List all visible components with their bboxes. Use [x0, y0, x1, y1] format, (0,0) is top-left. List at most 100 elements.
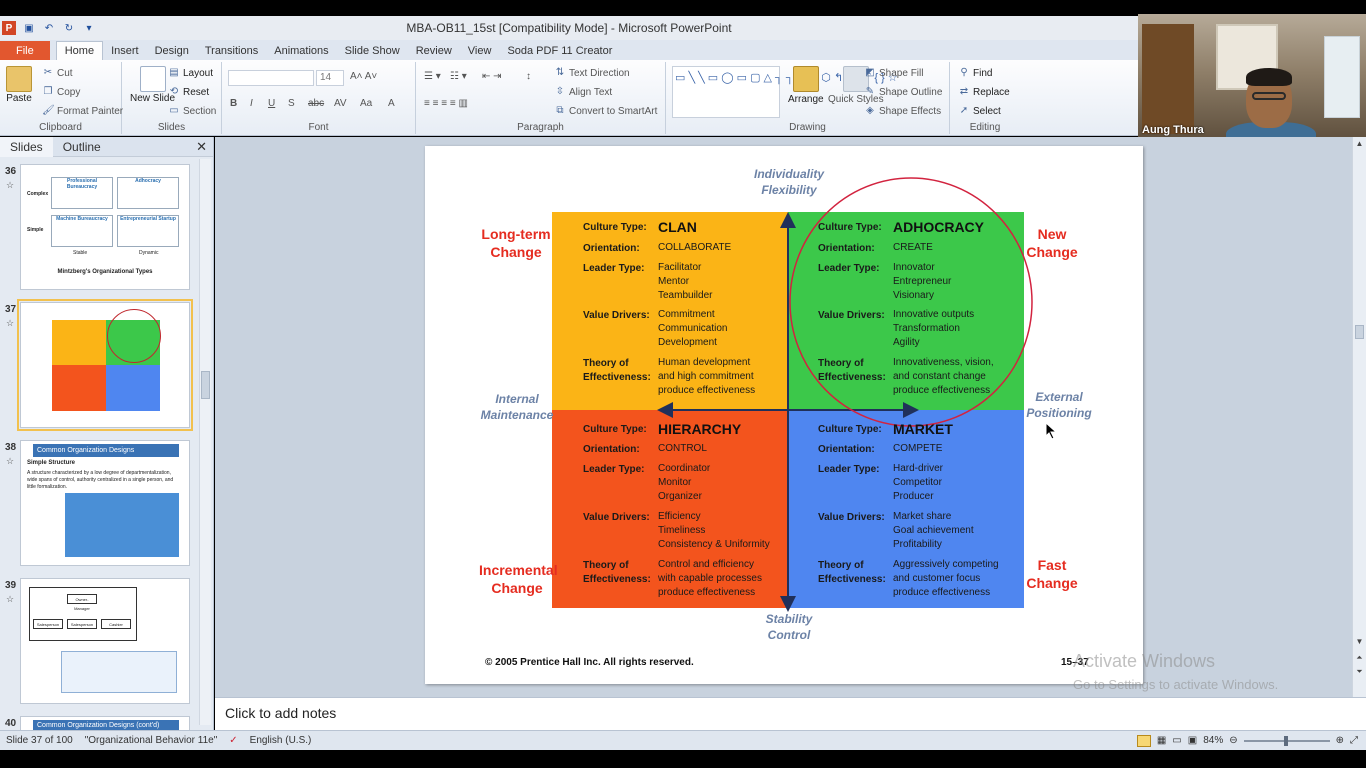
replace-button[interactable]: ⇄ Replace [958, 86, 1010, 98]
text-direction-button[interactable]: ⇅ Text Direction [554, 67, 630, 79]
shape-outline-button[interactable]: ✎ Shape Outline [864, 86, 943, 98]
theory-line1: Theory of [818, 358, 864, 369]
italic-button[interactable]: I [250, 98, 253, 109]
cut-button[interactable]: ✂ Cut [42, 67, 73, 79]
axis-left-line1: Internal [495, 392, 539, 406]
tab-transitions[interactable]: Transitions [197, 41, 266, 60]
close-icon[interactable]: ✕ [196, 139, 207, 155]
indent-icon[interactable]: ⇤ ⇥ [482, 71, 502, 82]
notes-pane[interactable]: Click to add notes [215, 697, 1366, 730]
format-painter-button[interactable]: 🖌 Format Painter [42, 105, 123, 117]
tab-review[interactable]: Review [408, 41, 460, 60]
undo-icon[interactable]: ↶ [42, 21, 56, 35]
find-button[interactable]: ⚲ Find [958, 67, 992, 79]
hierarchy-driver: Efficiency [658, 511, 701, 522]
adhocracy-theory-line: produce effectiveness [893, 385, 991, 396]
tab-slides[interactable]: Slides [0, 136, 53, 157]
change-case-button[interactable]: Aa [360, 98, 372, 109]
align-buttons[interactable]: ≡ ≡ ≡ ≡ ▥ [424, 98, 468, 109]
tab-animations[interactable]: Animations [266, 41, 336, 60]
paste-button[interactable]: Paste [6, 66, 32, 104]
language-indicator[interactable]: English (U.S.) [244, 735, 318, 746]
tab-home[interactable]: Home [55, 41, 104, 60]
tab-insert[interactable]: Insert [103, 41, 147, 60]
slide-thumbnail-40[interactable]: Common Organization Designs (cont'd) [20, 716, 190, 730]
save-icon[interactable]: ▣ [22, 21, 36, 35]
powerpoint-logo-icon[interactable]: P [2, 21, 16, 35]
scroll-up-icon[interactable]: ▲ [1353, 139, 1366, 148]
axis-bottom: Stability Control [739, 611, 839, 643]
zoom-out-icon[interactable]: ⊖ [1229, 735, 1237, 746]
fit-slide-icon[interactable]: ⤢ [1350, 735, 1358, 746]
spacing-button[interactable]: AV [334, 98, 347, 109]
slide-show-icon[interactable]: ▣ [1188, 735, 1197, 746]
grow-font-icon[interactable]: A˄ A˅ [350, 71, 377, 82]
zoom-in-icon[interactable]: ⊕ [1336, 735, 1344, 746]
layout-button[interactable]: ▤ Layout [168, 67, 213, 79]
editor-scrollbar[interactable]: ▲ ▼ ⏶ ⏷ [1352, 137, 1366, 697]
theme-name[interactable]: "Organizational Behavior 11e" [79, 735, 224, 746]
font-color-button[interactable]: A [388, 98, 395, 109]
reset-button[interactable]: ⟲ Reset [168, 86, 209, 98]
reading-view-icon[interactable]: ▭ [1172, 735, 1181, 746]
slide-number: 38 [5, 442, 17, 453]
scroll-down-icon[interactable]: ▼ [1353, 637, 1366, 646]
scroll-thumb[interactable] [1355, 325, 1364, 339]
slide-thumbnail-39[interactable]: Owner-Manager Salesperson Salesperson Ca… [20, 578, 190, 704]
redo-icon[interactable]: ↻ [62, 21, 76, 35]
previous-slide-icon[interactable]: ⏶ [1353, 653, 1366, 663]
slides-panel: Slides Outline ✕ 36 ☆ Complex Simple Pro… [0, 136, 214, 730]
arrange-button[interactable]: Arrange [788, 66, 824, 105]
slide-thumbnail-37[interactable] [17, 299, 193, 431]
customize-qat-icon[interactable]: ▾ [82, 21, 96, 35]
spellcheck-icon[interactable]: ✓ [223, 735, 243, 746]
tab-view[interactable]: View [460, 41, 500, 60]
tab-file[interactable]: File [0, 41, 50, 60]
panel-scrollbar[interactable] [199, 159, 211, 725]
align-text-button[interactable]: ⇳ Align Text [554, 86, 612, 98]
line-spacing-icon[interactable]: ↕ [526, 71, 531, 82]
zoom-slider[interactable] [1243, 735, 1330, 746]
clan-leader: Facilitator [658, 262, 702, 273]
clan-leader: Teambuilder [658, 290, 713, 301]
underline-button[interactable]: U [268, 98, 275, 109]
zoom-level[interactable]: 84% [1203, 735, 1223, 746]
shapes-gallery[interactable]: ▭ ╲ ╲ ▭ ◯ ▭ ▢ △ ┐ ┐ ⇨ ⇩ ⬡ ↰ ⌒ ⌒ { } ☆ [672, 66, 898, 118]
label-orientation: Orientation: [583, 243, 640, 254]
next-slide-icon[interactable]: ⏷ [1353, 667, 1366, 677]
font-name-combo[interactable] [228, 70, 314, 86]
scroll-thumb[interactable] [201, 371, 210, 399]
section-button[interactable]: ▭ Section [168, 105, 216, 117]
slide-thumbnail-38[interactable]: Common Organization Designs Simple Struc… [20, 440, 190, 566]
thumb-col-label: Stable [73, 250, 88, 256]
numbering-icon[interactable]: ☷ ▾ [450, 71, 467, 82]
tab-outline[interactable]: Outline [53, 137, 111, 157]
screen: P ▣ ↶ ↻ ▾ MBA-OB11_15st [Compatibility M… [0, 0, 1366, 768]
slide-sorter-icon[interactable]: ▦ [1157, 735, 1166, 746]
notes-placeholder[interactable]: Click to add notes [225, 705, 336, 721]
corner-bottom-left: Incremental Change [479, 561, 558, 597]
shape-fill-button[interactable]: ◩ Shape Fill [864, 67, 923, 79]
zoom-slider-thumb[interactable] [1283, 735, 1288, 746]
drawing-group: ▭ ╲ ╲ ▭ ◯ ▭ ▢ △ ┐ ┐ ⇨ ⇩ ⬡ ↰ ⌒ ⌒ { } ☆ Ar… [666, 62, 950, 134]
bold-button[interactable]: B [230, 98, 237, 109]
paint-bucket-icon: ◩ [865, 67, 875, 78]
title-bar: P ▣ ↶ ↻ ▾ MBA-OB11_15st [Compatibility M… [0, 16, 1138, 40]
strikethrough-button[interactable]: abc [308, 98, 324, 109]
select-button[interactable]: ➚ Select [958, 105, 1001, 117]
market-driver: Goal achievement [893, 525, 974, 536]
current-slide[interactable]: Individuality Flexibility Stability Cont… [425, 146, 1143, 684]
shape-effects-button[interactable]: ◈ Shape Effects [864, 105, 941, 117]
thumb-cell: Entrepreneurial Startup [117, 215, 179, 247]
bullets-icon[interactable]: ☰ ▾ [424, 71, 441, 82]
tab-design[interactable]: Design [147, 41, 197, 60]
copy-button[interactable]: ❐ Copy [42, 86, 81, 98]
slide-number: 40 [5, 718, 17, 729]
slide-thumbnail-36[interactable]: Complex Simple Professional Bureaucracy … [20, 164, 190, 290]
convert-smartart-button[interactable]: ⧉ Convert to SmartArt [554, 105, 657, 117]
font-size-combo[interactable]: 14 [316, 70, 344, 86]
normal-view-icon[interactable] [1136, 734, 1151, 747]
tab-soda-pdf[interactable]: Soda PDF 11 Creator [499, 41, 620, 60]
tab-slide-show[interactable]: Slide Show [337, 41, 408, 60]
shadow-button[interactable]: S [288, 98, 295, 109]
